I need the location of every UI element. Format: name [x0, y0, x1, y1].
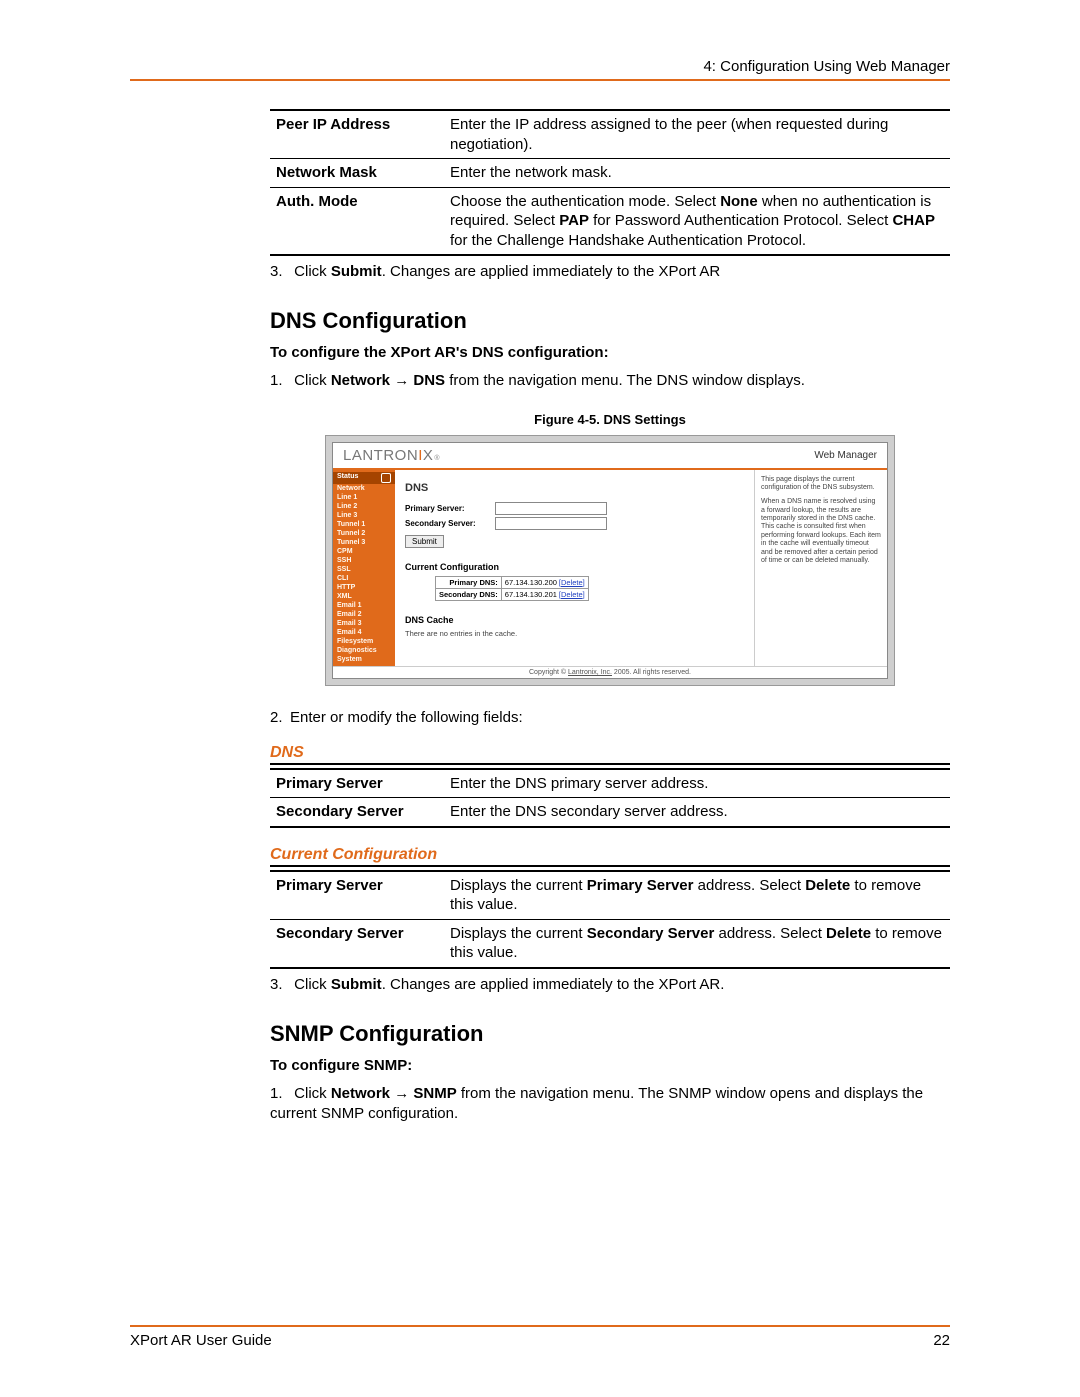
submit-button[interactable]: Submit	[405, 535, 444, 548]
sidebar-item[interactable]: HTTP	[333, 583, 395, 592]
dns-fields-table: Primary Server Enter the DNS primary ser…	[270, 768, 950, 828]
step-text: 3. Click Submit. Changes are applied imm…	[270, 262, 950, 282]
snmp-config-sub: To configure SNMP:	[270, 1057, 950, 1074]
dns-config-heading: DNS Configuration	[270, 308, 950, 334]
page-number: 22	[933, 1332, 950, 1349]
sidebar-item[interactable]: Filesystem	[333, 637, 395, 646]
sidebar-item[interactable]: Line 2	[333, 502, 395, 511]
primary-server-label: Primary Server:	[405, 504, 495, 513]
cell-desc: Choose the authentication mode. Select N…	[444, 187, 950, 255]
cell-desc: Enter the IP address assigned to the pee…	[444, 110, 950, 159]
current-config-table-title: Current Configuration	[270, 846, 950, 867]
cell-desc: Enter the network mask.	[444, 159, 950, 188]
sidebar: Status Network Line 1 Line 2 Line 3 Tunn…	[333, 470, 395, 666]
sidebar-item[interactable]: Line 1	[333, 493, 395, 502]
cell-label: Auth. Mode	[270, 187, 444, 255]
sidebar-item[interactable]: Tunnel 2	[333, 529, 395, 538]
cell-label: Secondary Server	[270, 798, 444, 827]
secondary-server-label: Secondary Server:	[405, 519, 495, 528]
current-config-heading: Current Configuration	[405, 562, 744, 572]
cell-label: Secondary Server	[270, 919, 444, 968]
cell-desc: Displays the current Primary Server addr…	[444, 871, 950, 920]
footer-left: XPort AR User Guide	[130, 1332, 272, 1349]
primary-server-input[interactable]	[495, 502, 607, 515]
secondary-server-input[interactable]	[495, 517, 607, 530]
delete-link[interactable]: [Delete]	[557, 578, 585, 587]
panel-title: DNS	[405, 482, 744, 494]
cell-desc: Displays the current Secondary Server ad…	[444, 919, 950, 968]
page-header: 4: Configuration Using Web Manager	[703, 58, 950, 75]
snmp-config-heading: SNMP Configuration	[270, 1021, 950, 1047]
step-text: 1. Click Network → SNMP from the navigat…	[270, 1084, 950, 1125]
sidebar-item[interactable]: Email 1	[333, 601, 395, 610]
peer-settings-table: Peer IP Address Enter the IP address ass…	[270, 109, 950, 256]
table-row: Primary DNS: 67.134.130.200[Delete]	[436, 576, 589, 588]
lantronix-logo: LANTRONIX®	[343, 447, 440, 464]
sidebar-item-status[interactable]: Status	[333, 472, 395, 484]
gear-icon	[381, 473, 391, 483]
dns-config-sub: To configure the XPort AR's DNS configur…	[270, 344, 950, 361]
delete-link[interactable]: [Delete]	[557, 590, 585, 599]
sidebar-item[interactable]: Email 2	[333, 610, 395, 619]
cell-desc: Enter the DNS primary server address.	[444, 769, 950, 798]
step-text: 2.Enter or modify the following fields:	[270, 708, 950, 728]
cell-label: Peer IP Address	[270, 110, 444, 159]
table-row: Peer IP Address Enter the IP address ass…	[270, 110, 950, 159]
sidebar-item[interactable]: SSL	[333, 565, 395, 574]
sidebar-item[interactable]: Tunnel 1	[333, 520, 395, 529]
sidebar-item[interactable]: Network	[333, 484, 395, 493]
header-rule	[130, 79, 950, 81]
sidebar-item[interactable]: System	[333, 655, 395, 664]
sidebar-item[interactable]: XML	[333, 592, 395, 601]
figure-footer: Copyright © Lantronix, Inc. 2005. All ri…	[333, 666, 887, 678]
sidebar-item[interactable]: SSH	[333, 556, 395, 565]
sidebar-item[interactable]: Tunnel 3	[333, 538, 395, 547]
table-row: Primary Server Displays the current Prim…	[270, 871, 950, 920]
cell-label: Network Mask	[270, 159, 444, 188]
cell-label: Primary Server	[270, 769, 444, 798]
current-config-table: Primary DNS: 67.134.130.200[Delete] Seco…	[435, 576, 589, 601]
figure-caption: Figure 4-5. DNS Settings	[270, 412, 950, 427]
table-row: Secondary DNS: 67.134.130.201[Delete]	[436, 588, 589, 600]
table-row: Secondary Server Displays the current Se…	[270, 919, 950, 968]
table-row: Network Mask Enter the network mask.	[270, 159, 950, 188]
sidebar-item[interactable]: Email 3	[333, 619, 395, 628]
sidebar-item[interactable]: CPM	[333, 547, 395, 556]
sidebar-item[interactable]: Diagnostics	[333, 646, 395, 655]
dns-table-title: DNS	[270, 744, 950, 765]
sidebar-item[interactable]: Email 4	[333, 628, 395, 637]
dns-cache-heading: DNS Cache	[405, 615, 744, 625]
help-panel: This page displays the current configura…	[755, 470, 887, 666]
table-row: Secondary Server Enter the DNS secondary…	[270, 798, 950, 827]
cell-label: Primary Server	[270, 871, 444, 920]
cell-desc: Enter the DNS secondary server address.	[444, 798, 950, 827]
dns-cache-msg: There are no entries in the cache.	[405, 629, 744, 638]
sidebar-item[interactable]: Line 3	[333, 511, 395, 520]
table-row: Auth. Mode Choose the authentication mod…	[270, 187, 950, 255]
footer-rule	[130, 1325, 950, 1327]
dns-settings-screenshot: LANTRONIX® Web Manager Status Network Li…	[325, 435, 895, 686]
step-text: 3. Click Submit. Changes are applied imm…	[270, 975, 950, 995]
table-row: Primary Server Enter the DNS primary ser…	[270, 769, 950, 798]
sidebar-item[interactable]: CLI	[333, 574, 395, 583]
step-text: 1. Click Network → DNS from the navigati…	[270, 371, 950, 391]
current-config-fields-table: Primary Server Displays the current Prim…	[270, 870, 950, 969]
web-manager-label: Web Manager	[814, 450, 877, 461]
